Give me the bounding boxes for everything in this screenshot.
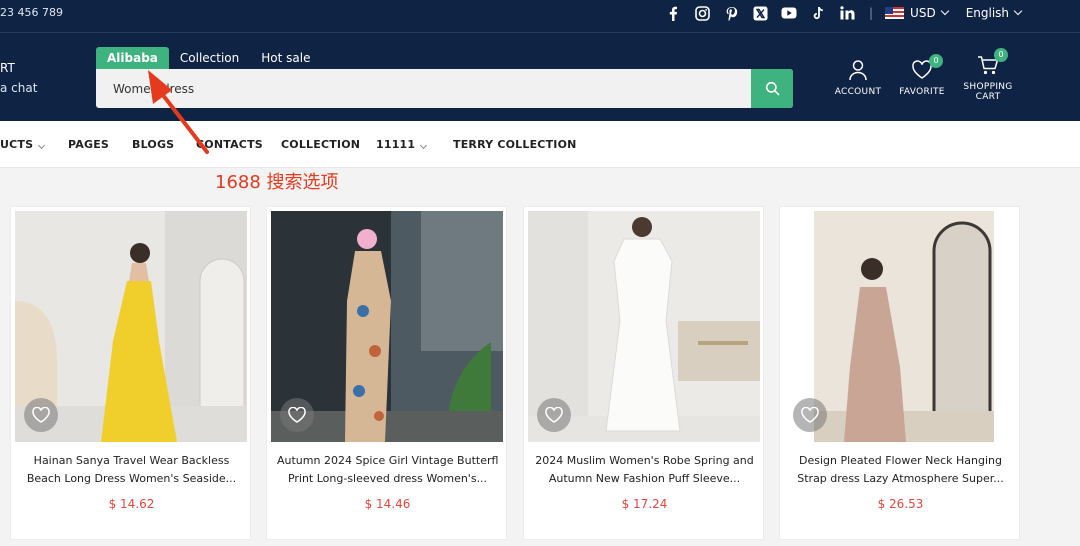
product-card[interactable]: Autumn 2024 Spice Girl Vintage Butterfly… xyxy=(266,206,507,540)
favorite-button[interactable]: FAVORITE 0 xyxy=(896,54,948,97)
header: RT a chat Alibaba Collection Hot sale AC… xyxy=(0,33,1080,121)
product-name-line: 2024 Muslim Women's Robe Spring and xyxy=(535,454,754,467)
user-icon xyxy=(849,60,867,81)
nav-label: UCTS xyxy=(0,138,34,151)
product-price: $ 17.24 xyxy=(621,497,668,511)
linkedin-icon[interactable] xyxy=(838,4,856,22)
search-input[interactable] xyxy=(96,69,751,108)
chevron-down-icon xyxy=(420,141,428,150)
youtube-icon[interactable] xyxy=(780,4,798,22)
wishlist-button[interactable] xyxy=(537,398,571,432)
language-value: English xyxy=(965,6,1010,20)
nav-label: 11111 xyxy=(376,138,416,151)
cart-label-line2: CART xyxy=(975,92,1001,102)
nav-item-11111[interactable]: 11111 xyxy=(376,138,428,151)
product-card[interactable]: Design Pleated Flower Neck Hanging Strap… xyxy=(779,206,1020,540)
nav-item-contacts[interactable]: CONTACTS xyxy=(196,138,263,151)
tab-hot-sale[interactable]: Hot sale xyxy=(250,47,321,69)
chevron-down-icon xyxy=(940,6,949,16)
product-name-line: Design Pleated Flower Neck Hanging xyxy=(798,454,1003,467)
currency-selector[interactable]: USD xyxy=(910,6,949,20)
wishlist-button[interactable] xyxy=(793,398,827,432)
nav-item-pages[interactable]: PAGES xyxy=(68,138,109,151)
nav-item-blogs[interactable]: BLOGS xyxy=(132,138,174,151)
nav-item-collection[interactable]: COLLECTION xyxy=(281,138,360,151)
tab-collection[interactable]: Collection xyxy=(169,47,250,69)
search-bar xyxy=(96,69,793,108)
product-name-line: Strap dress Lazy Atmosphere Super... xyxy=(797,472,1004,485)
top-bar: 23 456 789 | USD English xyxy=(0,0,1080,33)
wishlist-button[interactable] xyxy=(24,398,58,432)
x-icon[interactable] xyxy=(751,4,769,22)
currency-value: USD xyxy=(910,6,936,20)
favorite-count-badge: 0 xyxy=(929,54,943,68)
facebook-icon[interactable] xyxy=(664,4,682,22)
product-name[interactable]: Hainan Sanya Travel Wear Backless Beach … xyxy=(21,452,242,488)
product-price: $ 14.46 xyxy=(364,497,411,511)
product-name[interactable]: Design Pleated Flower Neck Hanging Strap… xyxy=(790,452,1011,488)
product-name[interactable]: 2024 Muslim Women's Robe Spring and Autu… xyxy=(534,452,755,488)
nav-item-products[interactable]: UCTS xyxy=(0,138,46,151)
main-nav: UCTS PAGES BLOGS CONTACTS COLLECTION 111… xyxy=(0,121,1080,168)
search-icon xyxy=(765,81,779,96)
instagram-icon[interactable] xyxy=(693,4,711,22)
cart-count-badge: 0 xyxy=(994,48,1008,62)
language-selector[interactable]: English xyxy=(965,6,1023,20)
product-card[interactable]: Hainan Sanya Travel Wear Backless Beach … xyxy=(10,206,251,540)
divider: | xyxy=(869,6,874,20)
social-links: | USD English xyxy=(664,4,1023,22)
account-button[interactable]: ACCOUNT xyxy=(834,59,882,97)
us-flag-icon xyxy=(885,7,905,19)
nav-item-terry-collection[interactable]: TERRY COLLECTION xyxy=(453,138,577,151)
heart-icon xyxy=(545,407,563,423)
heart-icon xyxy=(32,407,50,423)
product-name-line: Beach Long Dress Women's Seaside... xyxy=(26,472,237,485)
product-card[interactable]: 2024 Muslim Women's Robe Spring and Autu… xyxy=(523,206,764,540)
product-name-line: Hainan Sanya Travel Wear Backless xyxy=(33,454,230,467)
phone-number: 23 456 789 xyxy=(0,6,63,19)
heart-icon xyxy=(288,407,306,423)
chevron-down-icon xyxy=(1013,6,1023,16)
chevron-down-icon xyxy=(38,141,46,150)
account-label: ACCOUNT xyxy=(834,87,882,97)
brand-text: RT xyxy=(0,61,15,75)
search-button[interactable] xyxy=(751,69,793,108)
shopping-cart-button[interactable]: SHOPPING CART 0 xyxy=(960,48,1016,102)
product-price: $ 26.53 xyxy=(877,497,924,511)
pinterest-icon[interactable] xyxy=(722,4,740,22)
search-source-tabs: Alibaba Collection Hot sale xyxy=(96,47,321,69)
product-name[interactable]: Autumn 2024 Spice Girl Vintage Butterfly… xyxy=(277,452,498,488)
heart-icon xyxy=(801,407,819,423)
wishlist-button[interactable] xyxy=(280,398,314,432)
product-name-line: Print Long-sleeved dress Women's... xyxy=(287,472,488,485)
favorite-label: FAVORITE xyxy=(899,87,945,97)
product-name-line: Autumn 2024 Spice Girl Vintage Butterfly xyxy=(277,454,498,467)
live-chat-link[interactable]: a chat xyxy=(0,81,37,95)
cart-label-line1: SHOPPING xyxy=(963,82,1013,92)
tab-alibaba[interactable]: Alibaba xyxy=(96,47,169,69)
annotation-label: 1688 搜索选项 xyxy=(215,172,339,193)
product-price: $ 14.62 xyxy=(108,497,155,511)
tiktok-icon[interactable] xyxy=(809,4,827,22)
product-name-line: Autumn New Fashion Puff Sleeve... xyxy=(548,472,741,485)
